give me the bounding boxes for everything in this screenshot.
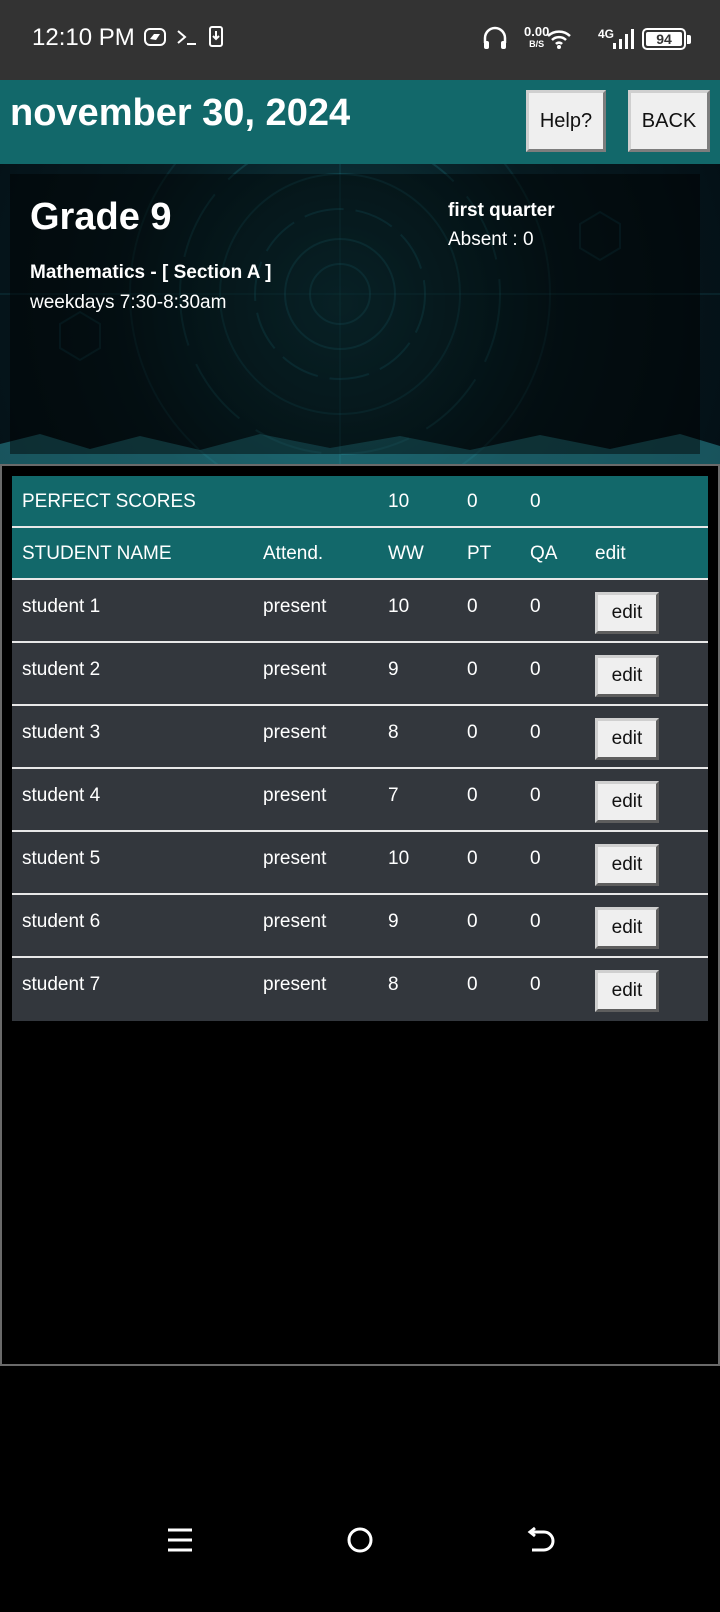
attendance: present	[263, 596, 327, 617]
pt-score: 0	[467, 722, 478, 743]
edit-button[interactable]: edit	[595, 970, 659, 1012]
student-name: student 7	[22, 974, 101, 995]
perfect-scores-row: PERFECT SCORES 10 0 0	[12, 476, 708, 528]
qa-score: 0	[530, 974, 541, 995]
pt-score: 0	[467, 911, 478, 932]
student-name: student 1	[22, 596, 101, 617]
edit-button[interactable]: edit	[595, 907, 659, 949]
header-ww: WW	[388, 543, 424, 564]
qa-score: 0	[530, 722, 541, 743]
header-qa: QA	[530, 543, 558, 564]
pt-score: 0	[467, 785, 478, 806]
download-icon	[209, 26, 223, 47]
attendance: present	[263, 722, 327, 743]
ww-score: 9	[388, 911, 399, 932]
table-row: student 6 present 9 0 0 edit	[12, 895, 708, 958]
ww-score: 7	[388, 785, 399, 806]
table-row: student 3 present 8 0 0 edit	[12, 706, 708, 769]
headphones-icon	[483, 26, 507, 49]
student-name: student 2	[22, 659, 101, 680]
absent-count: Absent : 0	[448, 229, 534, 250]
battery-icon: 94	[642, 28, 691, 50]
qa-score: 0	[530, 596, 541, 617]
grades-table: PERFECT SCORES 10 0 0 STUDENT NAME Atten…	[12, 476, 708, 1021]
edit-button[interactable]: edit	[595, 844, 659, 886]
ww-score: 10	[388, 596, 410, 617]
edit-button[interactable]: edit	[595, 592, 659, 634]
attendance: present	[263, 785, 327, 806]
grade-label: Grade 9	[30, 196, 172, 238]
qa-score: 0	[530, 659, 541, 680]
table-row: student 2 present 9 0 0 edit	[12, 643, 708, 706]
student-name: student 4	[22, 785, 101, 806]
qa-score: 0	[530, 911, 541, 932]
table-header-row: STUDENT NAME Attend. WW PT QA edit	[12, 528, 708, 580]
attendance: present	[263, 911, 327, 932]
qa-score: 0	[530, 785, 541, 806]
pt-score: 0	[467, 848, 478, 869]
edit-button[interactable]: edit	[595, 655, 659, 697]
pt-score: 0	[467, 659, 478, 680]
status-time: 12:10 PM	[32, 24, 135, 51]
table-row: student 1 present 10 0 0 edit	[12, 580, 708, 643]
navigation-bar	[0, 1500, 720, 1612]
menu-icon[interactable]	[166, 1526, 194, 1554]
attendance: present	[263, 659, 327, 680]
qa-score: 0	[530, 848, 541, 869]
attendance: present	[263, 848, 327, 869]
app-notification-icon	[144, 28, 166, 46]
signal-icon	[613, 29, 634, 49]
perfect-ww: 10	[388, 491, 410, 512]
status-bar: 12:10 PM 0.00 B/S 4G 94	[0, 0, 720, 80]
back-button[interactable]: BACK	[628, 90, 710, 152]
student-name: student 3	[22, 722, 101, 743]
student-name: student 6	[22, 911, 101, 932]
attendance: present	[263, 974, 327, 995]
perfect-pt: 0	[467, 491, 478, 512]
edit-button[interactable]: edit	[595, 718, 659, 760]
student-name: student 5	[22, 848, 101, 869]
header-attend: Attend.	[263, 543, 324, 564]
ww-score: 8	[388, 722, 399, 743]
quarter-label: first quarter	[448, 200, 555, 221]
back-icon[interactable]	[526, 1526, 556, 1554]
schedule-label: weekdays 7:30-8:30am	[30, 292, 227, 313]
perfect-scores-label: PERFECT SCORES	[22, 491, 196, 512]
page-title: november 30, 2024	[10, 92, 351, 134]
table-row: student 5 present 10 0 0 edit	[12, 832, 708, 895]
table-row: student 4 present 7 0 0 edit	[12, 769, 708, 832]
subject-label: Mathematics - [ Section A ]	[30, 262, 272, 283]
pt-score: 0	[467, 596, 478, 617]
edit-button[interactable]: edit	[595, 781, 659, 823]
header-student-name: STUDENT NAME	[22, 543, 172, 564]
home-icon[interactable]	[346, 1526, 374, 1554]
ww-score: 10	[388, 848, 410, 869]
pt-score: 0	[467, 974, 478, 995]
ww-score: 8	[388, 974, 399, 995]
header-pt: PT	[467, 543, 492, 564]
wifi-icon	[547, 30, 571, 49]
ww-score: 9	[388, 659, 399, 680]
perfect-qa: 0	[530, 491, 541, 512]
terminal-icon	[177, 30, 196, 45]
help-button[interactable]: Help?	[526, 90, 606, 152]
header-edit: edit	[595, 543, 626, 564]
table-row: student 7 present 8 0 0 edit	[12, 958, 708, 1021]
